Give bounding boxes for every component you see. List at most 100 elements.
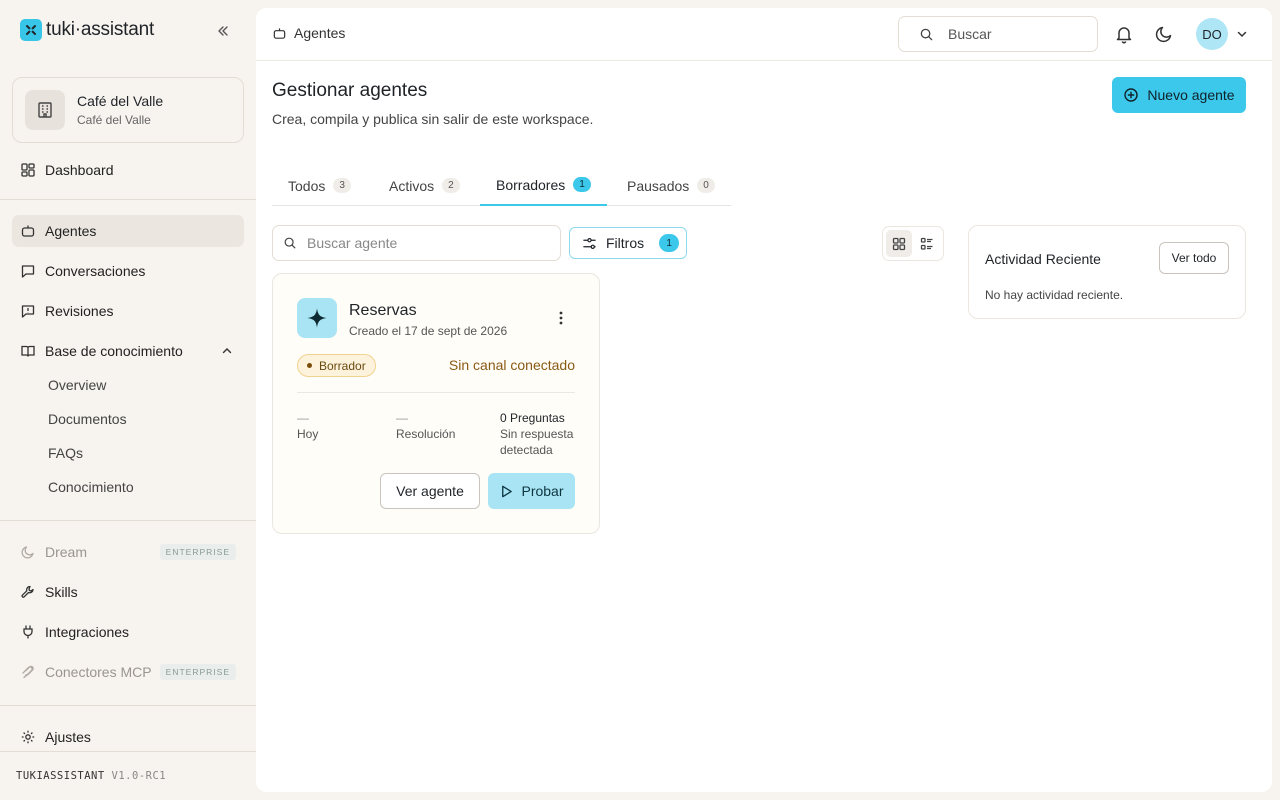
stat-label: Resolución [396,427,456,441]
view-all-button[interactable]: Ver todo [1159,242,1229,274]
new-agent-button[interactable]: Nuevo agente [1112,77,1246,113]
sidebar-item-ajustes[interactable]: Ajustes [12,721,244,753]
page-subtitle: Crea, compila y publica sin salir de est… [272,111,594,127]
try-agent-label: Probar [521,483,564,499]
sidebar-item-label: Ajustes [45,729,91,745]
try-agent-button[interactable]: Probar [488,473,575,509]
sidebar-item-skills[interactable]: Skills [12,576,244,608]
sliders-icon [583,237,596,249]
recent-activity-panel: Actividad Reciente Ver todo No hay activ… [968,225,1246,319]
enterprise-badge: ENTERPRISE [159,544,236,560]
sidebar-divider [0,199,256,200]
sidebar-subitem-conocimiento[interactable]: Conocimiento [48,479,134,495]
agent-search-input[interactable]: Buscar agente [272,225,561,261]
status-badge: Borrador [297,354,376,377]
sidebar-item-label: Skills [45,584,78,600]
new-agent-label: Nuevo agente [1147,87,1235,103]
sidebar-divider [0,520,256,521]
filters-label: Filtros [606,235,645,251]
tab-count: 3 [333,178,351,193]
tab-activos[interactable]: Activos 2 [389,165,460,206]
sidebar-item-label: Integraciones [45,624,130,640]
tab-todos[interactable]: Todos 3 [288,165,351,206]
brand-name: tuki·assistant [46,19,155,40]
tab-borradores[interactable]: Borradores 1 [480,165,607,206]
building-icon [25,90,65,130]
workspace-switcher[interactable]: Café del Valle Café del Valle [12,77,244,143]
stat-resolucion: — Resolución [396,410,455,442]
breadcrumb-label: Agentes [294,25,346,41]
moon-icon [21,546,34,559]
sidebar-item-dream[interactable]: Dream ENTERPRISE [12,536,244,568]
collapse-sidebar-icon[interactable] [215,23,231,39]
agent-name: Reservas [349,302,417,319]
search-icon [920,28,933,40]
wrench-icon [21,585,34,598]
view-agent-button[interactable]: Ver agente [380,473,480,509]
agent-created-date: Creado el 17 de sept de 2026 [349,324,508,338]
tab-label: Pausados [627,177,690,194]
status-dot [307,363,312,368]
sidebar: tuki·assistant Café del Valle Café del V… [0,0,256,800]
enterprise-badge: ENTERPRISE [159,664,236,680]
page-title: Gestionar agentes [272,80,428,101]
chevron-down-icon[interactable] [1235,27,1249,41]
plug-icon [23,625,33,639]
search-icon [284,237,296,249]
global-search-input[interactable]: Buscar [898,16,1098,52]
tab-count: 2 [442,178,460,193]
tab-pausados[interactable]: Pausados 0 [627,165,715,206]
agent-card[interactable]: Reservas Creado el 17 de sept de 2026 Bo… [272,273,600,534]
filters-button[interactable]: Filtros 1 [569,227,687,259]
recent-activity-title: Actividad Reciente [985,251,1101,267]
sidebar-item-revisiones[interactable]: Revisiones [12,295,244,327]
version-number: V1.0-RC1 [111,770,167,782]
review-icon [21,305,35,318]
sidebar-item-dashboard[interactable]: Dashboard [12,154,244,186]
tab-count: 1 [573,177,591,192]
bot-icon [273,27,286,39]
stat-label: Hoy [297,427,319,441]
grid-view-icon[interactable] [886,230,912,257]
tab-label: Borradores [496,176,566,193]
mcp-connector-icon [22,665,34,679]
sidebar-item-label: Agentes [45,223,97,239]
sidebar-subitem-overview[interactable]: Overview [48,377,106,393]
chevron-up-icon[interactable] [220,344,234,358]
workspace-subtitle: Café del Valle [77,113,151,127]
stat-label: Sin respuesta detectada [500,427,574,457]
breadcrumb[interactable]: Agentes [272,25,345,41]
tab-label: Todos [288,177,326,194]
stat-value: — [396,411,408,425]
play-icon [502,485,513,497]
avatar[interactable]: DO [1196,18,1228,50]
sidebar-item-label: Conectores MCP [45,664,152,680]
plus-circle-icon [1124,88,1139,102]
sidebar-item-base-de-conocimiento[interactable]: Base de conocimiento [12,335,244,367]
sidebar-subitem-documentos[interactable]: Documentos [48,411,127,427]
sidebar-item-agentes[interactable]: Agentes [12,215,244,247]
bell-icon[interactable] [1114,24,1134,44]
stat-value: — [297,411,309,425]
sidebar-item-label: Base de conocimiento [45,343,183,359]
card-divider [297,392,575,393]
stat-value: 0 Preguntas [500,411,565,425]
list-view-icon[interactable] [914,230,940,257]
sidebar-item-integraciones[interactable]: Integraciones [12,616,244,648]
sidebar-divider [0,751,256,752]
agent-search-placeholder: Buscar agente [307,235,398,251]
sidebar-subitem-faqs[interactable]: FAQs [48,445,83,461]
dashboard-icon [21,163,35,177]
stat-hoy: — Hoy [297,410,318,442]
sidebar-item-conectores-mcp[interactable]: Conectores MCP ENTERPRISE [12,656,244,688]
sidebar-item-label: Revisiones [45,303,114,319]
view-toggle [882,226,944,261]
theme-toggle-moon-icon[interactable] [1154,24,1174,44]
gear-icon [21,730,35,744]
sidebar-item-conversaciones[interactable]: Conversaciones [12,255,244,287]
more-options-icon[interactable] [553,310,569,326]
main-panel: Agentes Buscar DO Gestionar agentes Crea… [256,8,1272,792]
brand-logo[interactable]: tuki·assistant [20,19,154,41]
filters-count-badge: 1 [659,234,680,252]
status-tabs: Todos 3 Activos 2 Borradores 1 Pausados … [272,165,731,206]
